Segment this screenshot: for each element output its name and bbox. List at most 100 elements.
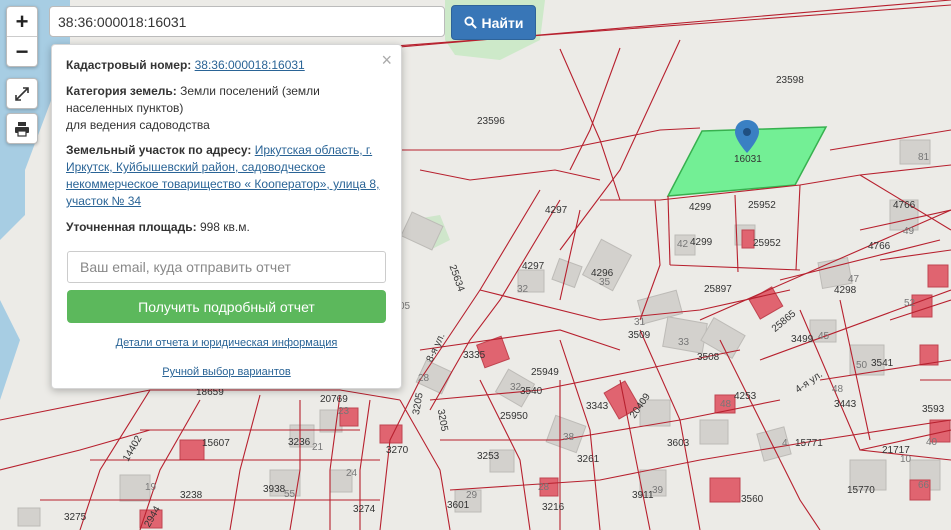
zoom-out-button[interactable]: −	[7, 36, 37, 66]
expand-icon	[15, 86, 29, 101]
area-label: Уточненная площадь:	[66, 220, 197, 234]
parcel-label: 4297	[522, 261, 545, 272]
house-number: 35	[599, 277, 611, 288]
house-number: 23	[338, 406, 350, 417]
house-number: 50	[856, 360, 868, 371]
parcel-label: 3499	[791, 334, 814, 345]
house-number: 33	[678, 337, 690, 348]
house-number: 48	[832, 384, 844, 395]
parcel-label: 25897	[704, 284, 732, 295]
parcel-label: 3253	[477, 451, 500, 462]
parcel-label: 15770	[847, 485, 875, 496]
water-area-lower	[0, 300, 20, 400]
find-button[interactable]: Найти	[451, 5, 536, 40]
parcel-label: 3238	[180, 490, 203, 501]
house-number: 47	[848, 274, 860, 285]
street-label: 4-я ул.	[793, 369, 824, 395]
manual-selection-link[interactable]: Ручной выбор вариантов	[52, 366, 401, 378]
house-number: 55	[284, 489, 296, 500]
parcel-label: 3560	[741, 494, 764, 505]
house-number: 42	[677, 239, 689, 250]
fullscreen-button[interactable]	[6, 78, 38, 109]
parcel-label: 3274	[353, 504, 376, 515]
parcel-label: 25952	[753, 238, 781, 249]
parcel-label: 23596	[477, 116, 505, 127]
parcel-label: 15607	[202, 438, 230, 449]
parcel-label: 3275	[64, 512, 87, 523]
parcel-label: 3603	[667, 438, 690, 449]
parcel-label: 3261	[577, 454, 600, 465]
parcel-label: 14402	[121, 434, 145, 464]
land-use-value: для ведения садоводства	[66, 118, 210, 132]
zoom-in-button[interactable]: +	[7, 7, 37, 36]
parcel-label: 4297	[545, 205, 568, 216]
house-number: 52	[904, 298, 916, 309]
house-number: 4	[782, 438, 788, 449]
area-row: Уточненная площадь: 998 кв.м.	[66, 219, 384, 236]
parcel-label: 3938	[263, 484, 286, 495]
house-number: 24	[346, 468, 358, 479]
house-number: 28	[538, 482, 550, 493]
parcel-info-popup: × Кадастровый номер: 38:36:000018:16031 …	[51, 44, 402, 389]
house-number: 29	[466, 490, 478, 501]
parcel-label: 4253	[734, 391, 757, 402]
parcel-label: 4766	[868, 241, 891, 252]
parcel-label: 20769	[320, 394, 348, 405]
house-number: 45	[818, 331, 830, 342]
selected-parcel-label: 16031	[734, 154, 762, 165]
house-number: 38	[563, 432, 575, 443]
parcel-label: 3593	[922, 404, 945, 415]
house-number: 19	[145, 482, 157, 493]
search-icon	[463, 16, 477, 29]
parcel-label: 3205	[435, 408, 450, 432]
parcel-label: 25865	[770, 308, 799, 335]
find-button-label: Найти	[481, 14, 524, 31]
zoom-control: + −	[6, 6, 38, 67]
parcel-label: 3343	[586, 401, 609, 412]
house-number: 39	[652, 485, 664, 496]
house-number: 81	[918, 152, 930, 163]
parcel-label: 15771	[795, 438, 823, 449]
parcel-label: 4766	[893, 200, 916, 211]
address-label: Земельный участок по адресу:	[66, 143, 252, 157]
parcel-label: 3508	[697, 352, 720, 363]
parcel-label: 25949	[531, 367, 559, 378]
cadastral-search-input[interactable]	[49, 6, 445, 37]
print-button[interactable]	[6, 113, 38, 144]
land-category-label: Категория земель:	[66, 84, 177, 98]
parcel-label: 3601	[447, 500, 470, 511]
house-number: 66	[918, 480, 930, 491]
address-row: Земельный участок по адресу: Иркутская о…	[66, 142, 384, 210]
parcel-label: 4299	[689, 202, 712, 213]
parcel-label: 3205	[411, 391, 426, 415]
cadastral-number-row: Кадастровый номер: 38:36:000018:16031	[66, 57, 384, 74]
parcel-label: 3540	[520, 386, 543, 397]
house-number: 28	[418, 373, 430, 384]
cadastral-number-link[interactable]: 38:36:000018:16031	[195, 58, 305, 72]
house-number: 32	[517, 284, 529, 295]
parcel-label: 3911	[632, 490, 654, 501]
parcel-label: 25634	[446, 263, 466, 293]
parcel-label: 4299	[690, 237, 713, 248]
house-number: 49	[903, 226, 915, 237]
street-label: 8-я ул.	[425, 332, 448, 364]
parcel-label: 3509	[628, 330, 651, 341]
house-number: 40	[926, 437, 938, 448]
area-value: 998 кв.м.	[199, 220, 250, 234]
parcel-label: 23598	[776, 75, 804, 86]
land-category-row: Категория земель: Земли поселений (земли…	[66, 83, 384, 134]
parcel-label: 3216	[542, 502, 565, 513]
parcel-label: 4298	[834, 285, 857, 296]
parcel-label: 3236	[288, 437, 311, 448]
printer-icon	[15, 121, 29, 137]
parcel-label: 25950	[500, 411, 528, 422]
report-details-link[interactable]: Детали отчета и юридическая информация	[52, 337, 401, 349]
email-field[interactable]	[67, 251, 386, 283]
house-number: 21	[312, 442, 324, 453]
get-report-button[interactable]: Получить подробный отчет	[67, 290, 386, 323]
house-number: 32	[510, 382, 522, 393]
parcel-label: 3335	[463, 350, 486, 361]
parcel-label: 25952	[748, 200, 776, 211]
house-number: 10	[900, 454, 912, 465]
parcel-label: 3443	[834, 399, 857, 410]
